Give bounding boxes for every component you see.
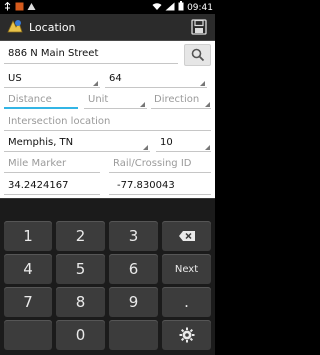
gear-icon <box>179 327 194 343</box>
key-3[interactable]: 3 <box>109 221 158 251</box>
city-code-underline <box>156 151 211 152</box>
backspace-key[interactable] <box>162 221 211 251</box>
signal-icon <box>165 2 175 14</box>
search-icon <box>191 48 205 62</box>
key-1[interactable]: 1 <box>4 221 52 251</box>
notification-icons <box>3 1 36 11</box>
location-app-icon[interactable] <box>6 18 24 36</box>
address-underline <box>4 63 178 64</box>
numeric-keyboard: 1 2 3 4 5 6 Next 7 8 9 . 0 <box>0 198 215 355</box>
usb-icon <box>3 1 12 11</box>
save-icon[interactable] <box>191 19 207 35</box>
system-icons: 09:41 <box>152 1 213 14</box>
key-7[interactable]: 7 <box>4 287 52 317</box>
longitude-underline <box>109 194 211 195</box>
country-spinner[interactable]: US <box>8 73 22 84</box>
backspace-icon <box>178 231 195 241</box>
mile-marker-underline <box>4 172 100 173</box>
rail-crossing-input[interactable]: Rail/Crossing ID <box>113 158 192 169</box>
clock: 09:41 <box>187 2 213 13</box>
rail-crossing-underline <box>109 172 211 173</box>
country-underline <box>4 87 100 88</box>
unit-underline <box>84 108 147 109</box>
intersection-input[interactable]: Intersection location <box>8 116 110 127</box>
direction-underline <box>151 108 211 109</box>
unit-spinner[interactable]: Unit <box>88 94 108 105</box>
chevron-down-icon <box>140 102 145 107</box>
key-9[interactable]: 9 <box>109 287 158 317</box>
blank-key[interactable] <box>109 320 158 350</box>
chevron-down-icon <box>200 81 205 86</box>
state-code-field[interactable]: 64 <box>109 73 122 84</box>
next-key[interactable]: Next <box>162 254 211 284</box>
chevron-down-icon <box>205 145 210 150</box>
settings-key[interactable] <box>162 320 211 350</box>
address-field[interactable]: 886 N Main Street <box>8 48 98 59</box>
latitude-underline <box>4 194 100 195</box>
chevron-down-icon <box>93 81 98 86</box>
direction-spinner[interactable]: Direction <box>154 94 199 105</box>
key-2[interactable]: 2 <box>56 221 105 251</box>
period-key[interactable]: . <box>162 287 211 317</box>
chevron-down-icon <box>205 102 210 107</box>
location-form: 886 N Main Street US 64 Distance Unit Di… <box>0 41 215 198</box>
intersection-underline <box>4 130 211 131</box>
state-underline <box>105 87 207 88</box>
longitude-field[interactable]: -77.830043 <box>117 180 175 191</box>
wifi-icon <box>152 2 162 14</box>
page-title: Location <box>29 21 76 34</box>
distance-input[interactable]: Distance <box>8 94 52 105</box>
key-6[interactable]: 6 <box>109 254 158 284</box>
city-code-field[interactable]: 10 <box>160 137 173 148</box>
warning-icon <box>27 2 36 11</box>
distance-underline <box>4 107 78 109</box>
latitude-field[interactable]: 34.2424167 <box>8 180 68 191</box>
blank-key[interactable] <box>4 320 52 350</box>
key-8[interactable]: 8 <box>56 287 105 317</box>
mile-marker-input[interactable]: Mile Marker <box>8 158 66 169</box>
city-underline <box>4 151 150 152</box>
city-spinner[interactable]: Memphis, TN <box>8 137 73 148</box>
search-button[interactable] <box>184 44 211 66</box>
app-notification-icon <box>15 2 24 11</box>
action-bar: Location <box>0 14 215 41</box>
battery-icon <box>178 1 184 14</box>
key-5[interactable]: 5 <box>56 254 105 284</box>
key-4[interactable]: 4 <box>4 254 52 284</box>
key-0[interactable]: 0 <box>56 320 105 350</box>
status-bar: 09:41 <box>0 0 215 14</box>
chevron-down-icon <box>143 145 148 150</box>
